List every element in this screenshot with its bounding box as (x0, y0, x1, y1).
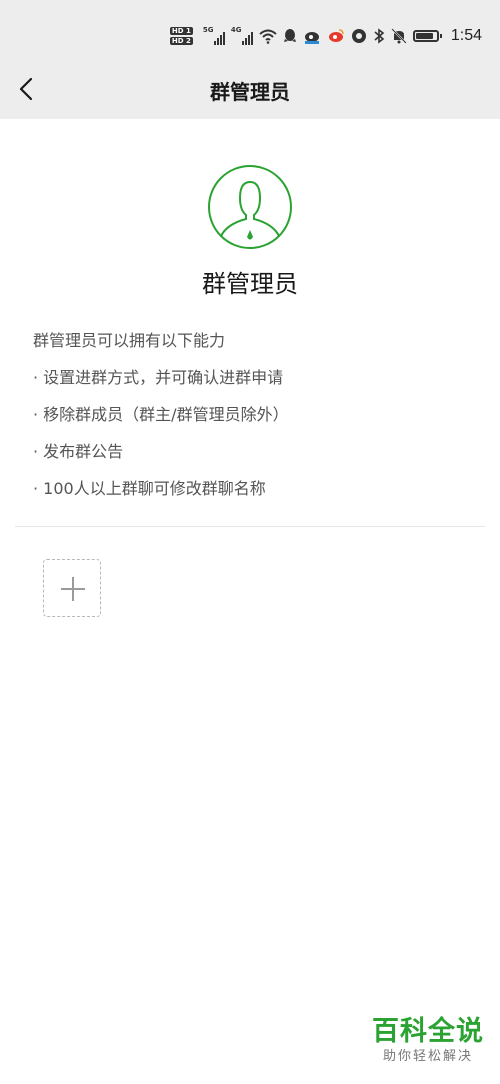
ability-intro: 群管理员可以拥有以下能力 (33, 331, 226, 350)
battery-icon (412, 30, 442, 42)
ability-item: · 设置进群方式，并可确认进群申请 (33, 368, 284, 387)
top-bar: HD 1 HD 2 5G 4G 1:54 群管理员 (0, 0, 500, 119)
weibo-icon (304, 32, 319, 44)
qq-icon (283, 29, 296, 42)
sim1-badge: HD 1 (169, 27, 193, 35)
admin-person-icon (208, 165, 292, 249)
status-bar: HD 1 HD 2 5G 4G 1:54 (0, 0, 500, 60)
watermark-sub: 助你轻松解决 (382, 1049, 473, 1064)
status-time: 1:54 (450, 27, 482, 44)
bluetooth-icon (374, 28, 385, 44)
signal-5g-icon: 5G (203, 27, 225, 45)
mute-icon (391, 28, 407, 44)
navigation-bar: 群管理员 (0, 60, 500, 119)
ability-item: · 发布群公告 (33, 442, 124, 461)
weibo-red-icon (328, 29, 344, 42)
role-title: 群管理员 (202, 270, 298, 298)
sim2-badge: HD 2 (169, 37, 193, 45)
watermark-logo: 百科全说 助你轻松解决 (372, 1016, 484, 1066)
chrome-icon (351, 29, 366, 43)
add-admin-button[interactable] (43, 559, 101, 617)
ability-item: · 移除群成员（群主/群管理员除外） (33, 405, 289, 424)
watermark-main: 百科全说 (372, 1016, 484, 1047)
page-title: 群管理员 (210, 80, 290, 104)
ability-item: · 100人以上群聊可修改群聊名称 (33, 479, 266, 498)
ability-list: 群管理员可以拥有以下能力 · 设置进群方式，并可确认进群申请 · 移除群成员（群… (33, 328, 473, 513)
divider (15, 526, 485, 527)
sim-indicators: HD 1 HD 2 (169, 27, 193, 45)
signal-4g-icon: 4G (231, 27, 253, 45)
wifi-icon (259, 29, 277, 44)
